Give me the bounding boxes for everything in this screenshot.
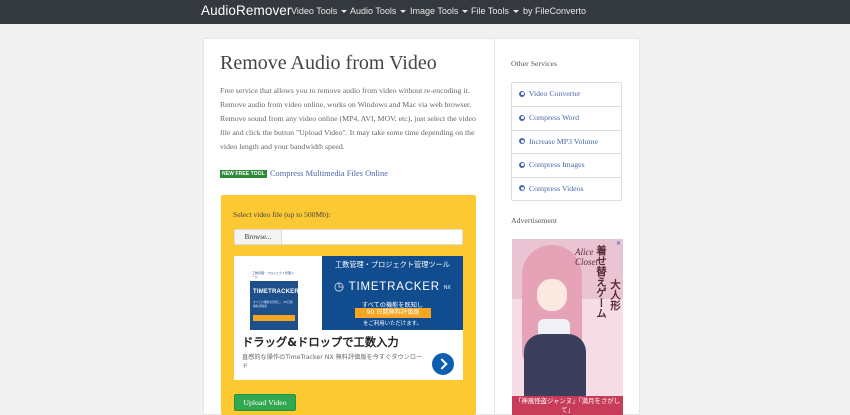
services-list: Video Converter Compress Word Increase M… (511, 82, 622, 201)
nav-audio-tools-label: Audio Tools (350, 6, 397, 16)
ad-hero-logo-suffix: NX (443, 285, 451, 291)
nav-video-tools-label: Video Tools (291, 6, 338, 16)
ad-hero-line2: をご利用いただけます。 (363, 321, 422, 327)
caret-down-icon (341, 10, 348, 13)
advertisement-title: Advertisement (511, 216, 557, 225)
service-compress-images[interactable]: Compress Images (512, 153, 621, 176)
service-increase-mp3-volume[interactable]: Increase MP3 Volume (512, 129, 621, 153)
upload-label: Select video file (up to 500Mb): (233, 210, 331, 219)
caret-down-icon (462, 10, 469, 13)
chevron-right-icon[interactable] (432, 353, 454, 375)
ad-bottom-caption: 「神風怪盗ジャンヌ」「満月をさがして」 (512, 396, 623, 415)
upload-video-button[interactable]: Upload Video (234, 394, 296, 411)
new-tool-badge: NEW FREE TOOL (220, 170, 267, 178)
caret-down-icon (400, 10, 407, 13)
ad-thumb-subtext: すべての機能を既知し、90日間無料評価版 (253, 300, 293, 308)
nav-file-tools[interactable]: File Tools (471, 6, 519, 16)
clock-icon: ◷ (334, 281, 349, 293)
ad-thumb-logo: TIMETRACKER (253, 289, 299, 295)
service-label: Increase MP3 Volume (528, 136, 598, 146)
browse-button[interactable]: Browse... (235, 230, 282, 244)
brand-logo[interactable]: AudioRemover (201, 3, 292, 18)
nav-video-tools[interactable]: Video Tools (291, 6, 348, 16)
nav-file-tools-label: File Tools (471, 6, 509, 16)
ad-close-icon[interactable]: ✕ (616, 240, 621, 247)
service-video-converter[interactable]: Video Converter (512, 83, 621, 106)
file-input[interactable]: Browse... (234, 229, 463, 245)
circle-arrow-icon (519, 138, 525, 145)
sidebar-ad[interactable]: Alice Closet 着せ替えゲーム 大人形 ✕ 「神風怪盗ジャンヌ」「満月… (512, 239, 623, 415)
nav-image-tools-label: Image Tools (410, 6, 459, 16)
service-label: Compress Word (528, 113, 580, 123)
page-title: Remove Audio from Video (220, 52, 437, 74)
service-label: Video Converter (528, 89, 581, 98)
nav-image-tools[interactable]: Image Tools (410, 6, 469, 16)
circle-arrow-icon (519, 114, 525, 121)
ad-vertical-text-1: 着せ替えゲーム (595, 245, 607, 319)
caret-down-icon (512, 10, 519, 13)
new-tool-notice: NEW FREE TOOL Compress Multimedia Files … (220, 169, 388, 178)
ad-thumb-highlight (253, 315, 295, 321)
ad-thumb-caption: 工数管理・プロジェクト管理ツール (252, 271, 295, 279)
ad-hero-logo: ◷ TIMETRACKER NX (334, 279, 451, 293)
ad-description: 直感的な操作のTimeTracker NX 無料評価版を今すぐダウンロード (242, 354, 423, 370)
ad-hero-highlight: 90 日間無料評価版 (355, 308, 431, 318)
other-services-title: Other Services (511, 59, 558, 68)
nav-audio-tools[interactable]: Audio Tools (350, 6, 407, 16)
ad-banner[interactable]: 工数管理・プロジェクト管理ツール TIMETRACKER すべての機能を既知し、… (234, 256, 463, 380)
ad-hero-caption: 工数管理・プロジェクト管理ツール (334, 260, 450, 269)
circle-arrow-icon (519, 90, 525, 97)
nav-by-fileconverto[interactable]: by FileConverto (523, 6, 586, 16)
service-label: Compress Videos (528, 183, 584, 193)
ad-headline: ドラッグ&ドロップで工数入力 (242, 336, 399, 349)
ad-character-dress (524, 334, 586, 399)
ad-product-thumbnail: 工数管理・プロジェクト管理ツール TIMETRACKER すべての機能を既知し、… (250, 269, 299, 330)
ad-vertical-text-2: 大人形 (609, 279, 621, 311)
service-label: Compress Images (528, 160, 585, 170)
intro-text: Free service that allows you to remove a… (220, 86, 476, 152)
compress-multimedia-link[interactable]: Compress Multimedia Files Online (270, 169, 388, 178)
ad-hero: 工数管理・プロジェクト管理ツール ◷ TIMETRACKER NX すべての機能… (322, 256, 463, 330)
service-compress-videos[interactable]: Compress Videos (512, 176, 621, 200)
ad-character-face (537, 279, 567, 311)
ad-hero-logo-text: TIMETRACKER (348, 281, 440, 293)
circle-arrow-icon (519, 161, 525, 168)
top-navbar: AudioRemover Video Tools Audio Tools Ima… (0, 0, 850, 24)
service-compress-word[interactable]: Compress Word (512, 106, 621, 129)
circle-arrow-icon (519, 185, 525, 192)
